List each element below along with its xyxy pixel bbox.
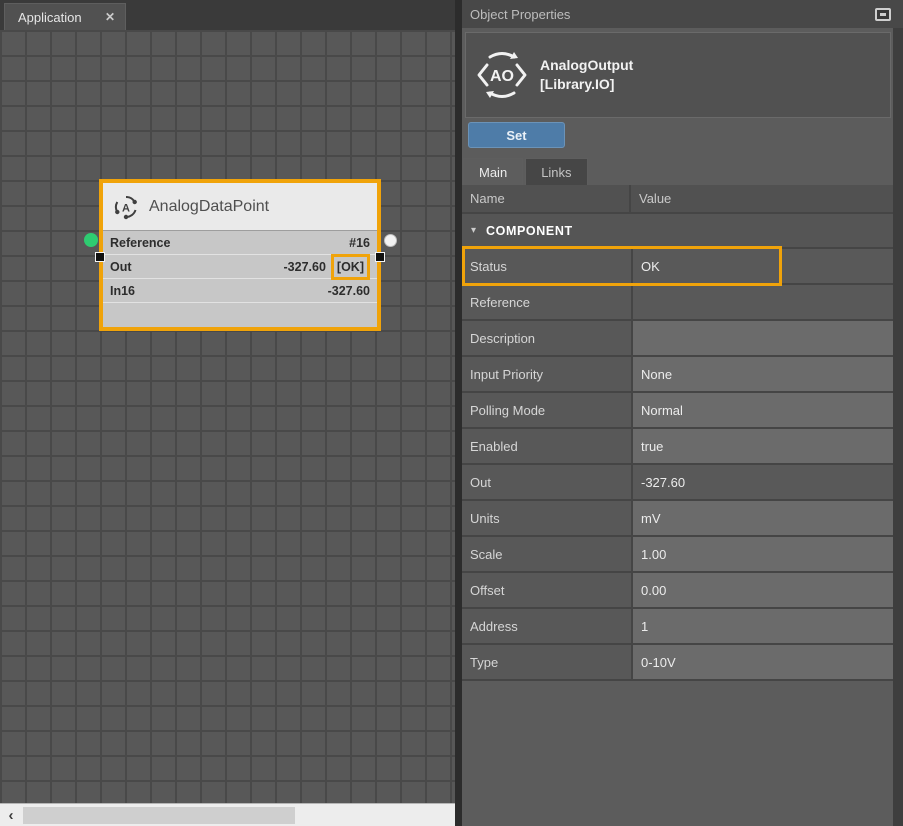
property-name: Offset [462, 573, 631, 607]
property-name: Description [462, 321, 631, 355]
wiresheet-panel: Application ✕ A [0, 0, 455, 826]
property-name: Scale [462, 537, 631, 571]
status-ok-highlight: [OK] [331, 254, 370, 280]
analog-output-icon: AO [474, 47, 530, 103]
slot-label: Reference [110, 236, 170, 250]
wiresheet-canvas[interactable]: A AnalogDataPoint Reference #16 Out -327… [0, 30, 455, 803]
property-name: Reference [462, 285, 631, 319]
scroll-left-icon[interactable]: ‹ [0, 807, 22, 824]
application-window: Application ✕ A [0, 0, 903, 826]
object-library: [Library.IO] [540, 75, 633, 94]
tab-links[interactable]: Links [525, 158, 587, 185]
table-row-input-priority[interactable]: Input Priority None [462, 357, 893, 391]
property-name: Status [462, 249, 631, 283]
analog-datapoint-block[interactable]: A AnalogDataPoint Reference #16 Out -327… [99, 179, 381, 331]
property-value[interactable]: 0-10V [633, 645, 893, 679]
tab-application-label: Application [18, 10, 82, 25]
block-slot-out[interactable]: Out -327.60 [OK] [103, 254, 377, 278]
block-title: AnalogDataPoint [149, 198, 269, 216]
table-row-status[interactable]: Status OK [462, 249, 893, 283]
slot-value: #16 [349, 236, 370, 250]
block-slot-reference[interactable]: Reference #16 [103, 230, 377, 254]
chevron-down-icon[interactable]: ▾ [471, 225, 476, 236]
section-label: COMPONENT [486, 224, 573, 238]
table-row-enabled[interactable]: Enabled true [462, 429, 893, 463]
object-properties-panel: Object Properties AO AnalogOutput [ [462, 0, 903, 826]
property-value[interactable]: OK [633, 249, 893, 283]
block-slot-in16[interactable]: In16 -327.60 [103, 278, 377, 302]
property-value[interactable] [633, 285, 893, 319]
property-name: Input Priority [462, 357, 631, 391]
property-value[interactable]: None [633, 357, 893, 391]
slot-label: Out [110, 260, 132, 274]
set-button[interactable]: Set [468, 122, 565, 148]
slot-value: -327.60 [328, 284, 370, 298]
property-value[interactable] [633, 321, 893, 355]
property-name: Out [462, 465, 631, 499]
block-header[interactable]: A AnalogDataPoint [103, 183, 377, 230]
property-name: Address [462, 609, 631, 643]
table-row-address[interactable]: Address 1 [462, 609, 893, 643]
table-row-scale[interactable]: Scale 1.00 [462, 537, 893, 571]
table-row-reference[interactable]: Reference [462, 285, 893, 319]
slot-value: -327.60 [284, 260, 326, 274]
svg-text:A: A [122, 202, 130, 214]
table-row-type[interactable]: Type 0-10V [462, 645, 893, 679]
selection-handle-left[interactable] [95, 252, 105, 262]
panel-title: Object Properties [470, 7, 570, 22]
table-header: Name Value [462, 185, 893, 212]
property-value[interactable]: 0.00 [633, 573, 893, 607]
property-value[interactable]: 1.00 [633, 537, 893, 571]
property-value[interactable]: true [633, 429, 893, 463]
input-port-dot[interactable] [84, 233, 98, 247]
vertical-scrollbar[interactable] [893, 28, 903, 826]
horizontal-scrollbar[interactable]: ‹ [0, 803, 455, 826]
property-name: Units [462, 501, 631, 535]
minimize-panel-icon[interactable] [875, 8, 891, 21]
panel-title-bar: Object Properties [462, 0, 903, 28]
analog-point-icon: A [113, 194, 139, 220]
close-icon[interactable]: ✕ [105, 10, 115, 24]
property-value[interactable]: mV [633, 501, 893, 535]
property-name: Type [462, 645, 631, 679]
section-component[interactable]: ▾ COMPONENT [462, 214, 893, 247]
properties-table: Name Value ▾ COMPONENT Status OK Referen… [462, 185, 893, 681]
editor-tab-bar: Application ✕ [0, 0, 455, 30]
table-row-polling-mode[interactable]: Polling Mode Normal [462, 393, 893, 427]
property-name: Enabled [462, 429, 631, 463]
property-name: Polling Mode [462, 393, 631, 427]
output-port-dot[interactable] [384, 234, 397, 247]
table-row-out[interactable]: Out -327.60 [462, 465, 893, 499]
property-value[interactable]: Normal [633, 393, 893, 427]
object-name: AnalogOutput [540, 56, 633, 75]
table-row-description[interactable]: Description [462, 321, 893, 355]
svg-text:AO: AO [490, 68, 514, 85]
object-header-card: AO AnalogOutput [Library.IO] [465, 32, 891, 118]
column-header-value: Value [631, 185, 893, 212]
horizontal-scrollbar-thumb[interactable] [23, 807, 295, 824]
table-row-offset[interactable]: Offset 0.00 [462, 573, 893, 607]
tab-main[interactable]: Main [463, 158, 523, 185]
tab-application[interactable]: Application ✕ [4, 3, 126, 30]
slot-label: In16 [110, 284, 135, 298]
table-row-units[interactable]: Units mV [462, 501, 893, 535]
properties-tabs: Main Links [463, 158, 588, 185]
column-header-name: Name [462, 185, 631, 212]
block-slot-empty [103, 302, 377, 327]
object-name-block: AnalogOutput [Library.IO] [540, 56, 633, 94]
panel-divider[interactable] [455, 0, 462, 826]
property-value[interactable]: 1 [633, 609, 893, 643]
selection-handle-right[interactable] [375, 252, 385, 262]
property-value[interactable]: -327.60 [633, 465, 893, 499]
